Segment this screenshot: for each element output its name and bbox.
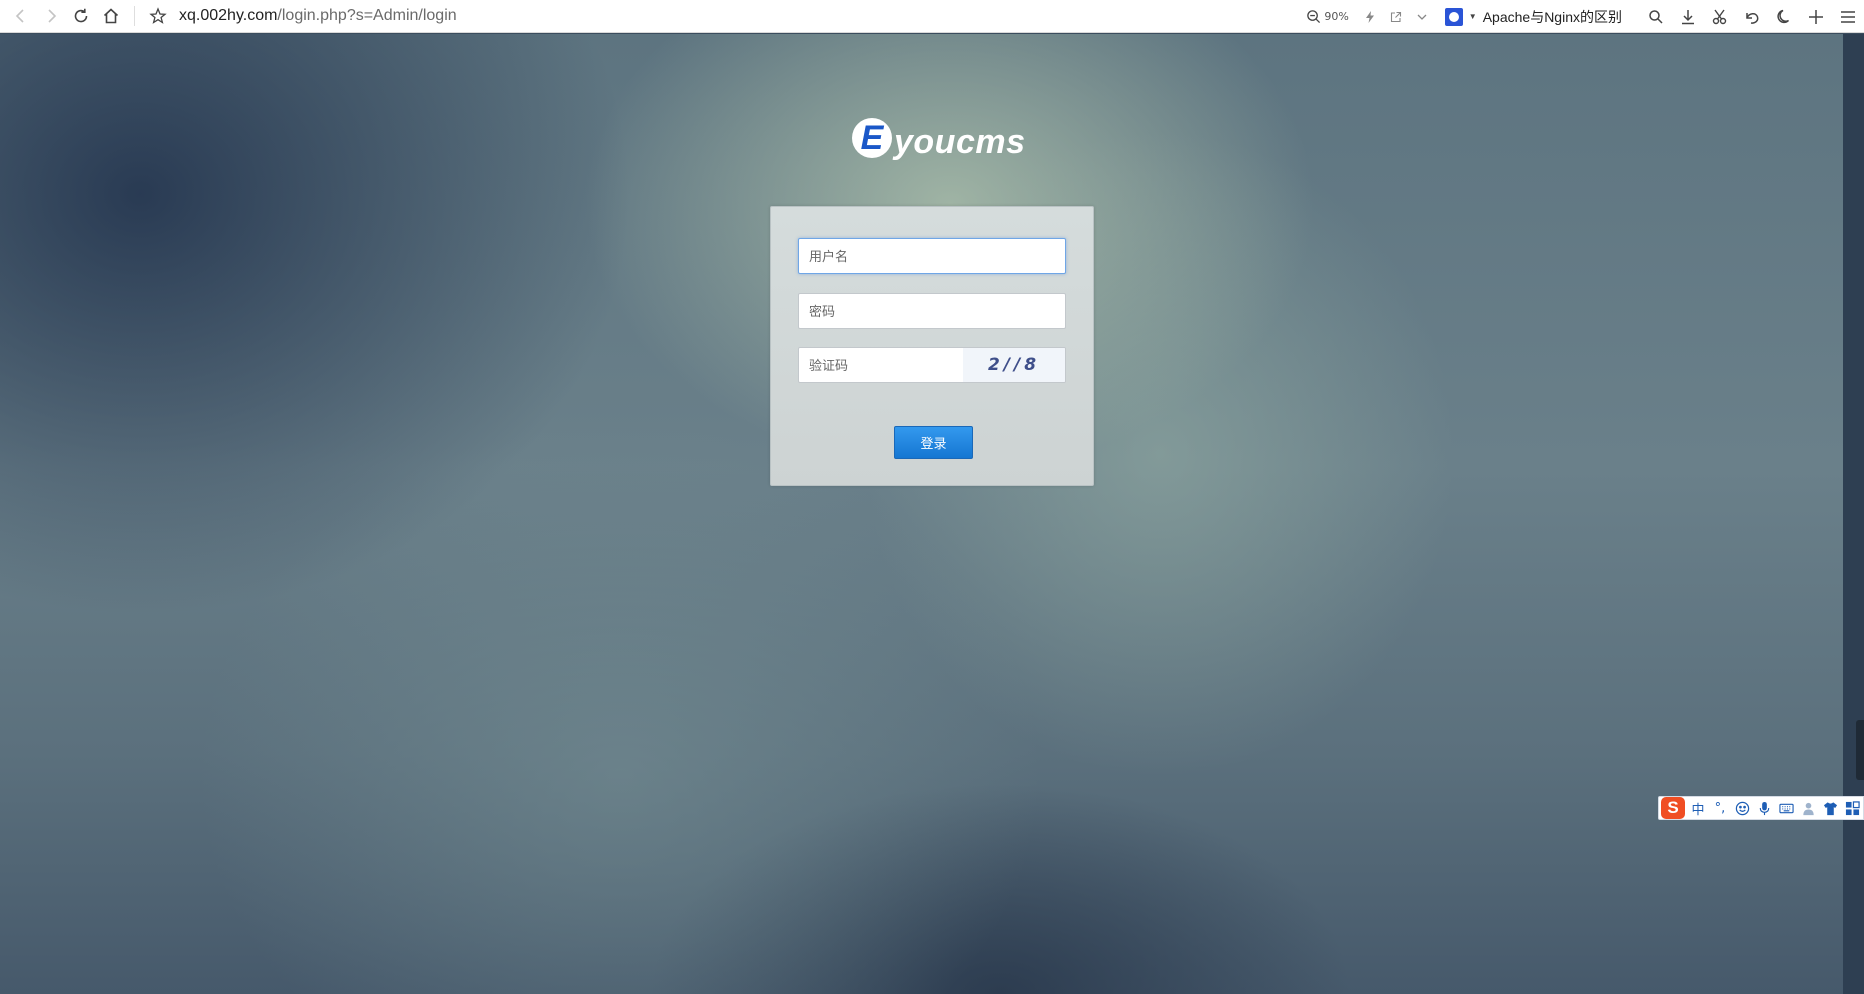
night-mode-icon[interactable] (1768, 2, 1800, 32)
scrollbar-track (1843, 34, 1864, 994)
url-host: xq.002hy.com (179, 7, 278, 24)
address-bar[interactable]: xq.002hy.com/login.php?s=Admin/login (179, 7, 457, 25)
sogou-logo-icon[interactable]: S (1661, 797, 1685, 819)
download-icon[interactable] (1672, 2, 1704, 32)
menu-icon[interactable] (1832, 2, 1864, 32)
skin-shirt-icon[interactable] (1821, 798, 1839, 818)
password-input[interactable] (798, 293, 1066, 329)
lightning-icon[interactable] (1357, 2, 1383, 32)
chevron-down-icon[interactable] (1409, 2, 1435, 32)
zoom-icon (1307, 10, 1321, 24)
captcha-input[interactable] (799, 348, 963, 382)
username-input[interactable] (798, 238, 1066, 274)
forward-icon[interactable] (36, 1, 66, 31)
home-icon[interactable] (96, 1, 126, 31)
keyboard-icon[interactable] (1777, 798, 1795, 818)
toolbar-divider (134, 6, 135, 26)
ime-mode-toggle[interactable]: 中 (1689, 798, 1707, 818)
user-icon[interactable] (1799, 798, 1817, 818)
zoom-level: 90% (1324, 10, 1349, 23)
search-icon[interactable] (1640, 2, 1672, 32)
caret-down-icon: ▼ (1468, 12, 1477, 21)
url-path: /login.php?s=Admin/login (277, 7, 457, 24)
ime-punctuation-toggle[interactable]: °, (1711, 798, 1729, 818)
browser-toolbar: xq.002hy.com/login.php?s=Admin/login 90%… (0, 0, 1864, 33)
reload-icon[interactable] (66, 1, 96, 31)
ime-toolbar: S 中 °, (1658, 796, 1864, 820)
microphone-icon[interactable] (1755, 798, 1773, 818)
emoji-icon[interactable] (1733, 798, 1751, 818)
hint-text: Apache与Nginx的区别 (1482, 8, 1622, 25)
scissors-icon[interactable] (1704, 2, 1736, 32)
login-button[interactable]: 登录 (894, 426, 973, 459)
back-icon[interactable] (6, 1, 36, 31)
toolbox-grid-icon[interactable] (1843, 798, 1861, 818)
logo-mark: E (852, 118, 892, 158)
captcha-image[interactable]: 2//8 (963, 348, 1065, 382)
site-logo: E youcms (852, 116, 1026, 161)
new-tab-icon[interactable] (1800, 2, 1832, 32)
share-icon[interactable] (1383, 2, 1409, 32)
logo-text: youcms (894, 122, 1026, 161)
zoom-indicator[interactable]: 90% (1306, 9, 1349, 24)
side-panel-handle[interactable] (1856, 720, 1864, 780)
captcha-group: 2//8 (798, 347, 1066, 383)
nav-buttons (6, 1, 126, 31)
undo-icon[interactable] (1736, 2, 1768, 32)
bookmark-star-icon[interactable] (143, 1, 173, 31)
toolbar-right: 90% ▼ Apache与Nginx的区别 (1306, 0, 1864, 33)
search-engine-hint[interactable]: ▼ Apache与Nginx的区别 (1444, 7, 1622, 27)
page-background (0, 34, 1843, 994)
baidu-paw-icon (1444, 7, 1463, 26)
login-panel: 2//8 登录 (770, 206, 1094, 486)
